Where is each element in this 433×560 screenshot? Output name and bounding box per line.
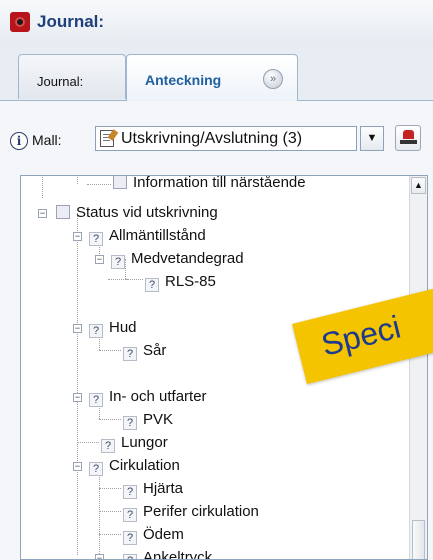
question-box-icon: ?: [123, 508, 137, 522]
tree-connector: [77, 442, 99, 443]
question-box-icon: ?: [123, 554, 137, 559]
tree-connector: [42, 176, 43, 198]
question-box-icon: ?: [145, 278, 159, 292]
tree-item-label: RLS-85: [165, 273, 216, 290]
tree-item-label: Sår: [143, 342, 167, 359]
template-selected-value: Utskrivning/Avslutning (3): [121, 130, 303, 147]
template-dropdown-button[interactable]: ▼: [360, 126, 384, 151]
tree-connector: [77, 176, 78, 184]
question-box-icon: ?: [101, 439, 115, 453]
tree-item[interactable]: Status vid utskrivning: [56, 202, 218, 224]
tab-journal[interactable]: Journal:: [18, 54, 126, 99]
tree-item-label: Allmäntillstånd: [109, 227, 206, 244]
tree-item[interactable]: ? Sår: [123, 340, 166, 362]
tree-item[interactable]: ? Medvetandegrad: [111, 248, 244, 270]
tree-item-label: Medvetandegrad: [131, 250, 244, 267]
tree-item[interactable]: ? Ödem: [123, 524, 184, 546]
title-bar: Journal:: [0, 0, 433, 47]
stamp-button[interactable]: [395, 125, 421, 151]
info-icon[interactable]: i: [10, 132, 28, 150]
window-title: Journal:: [37, 12, 105, 31]
template-select[interactable]: Utskrivning/Avslutning (3): [95, 126, 357, 151]
tree-connector: [87, 184, 111, 185]
journal-app-icon: [10, 12, 30, 32]
blank-box-icon: [113, 176, 127, 189]
question-box-icon: ?: [89, 324, 103, 338]
tree-connector: [99, 350, 121, 351]
document-edit-icon: [100, 130, 114, 147]
question-box-icon: ?: [123, 347, 137, 361]
tree-item[interactable]: Information till närstående: [113, 175, 306, 194]
question-box-icon: ?: [123, 485, 137, 499]
tree-connector: [125, 279, 143, 280]
question-box-icon: ?: [89, 393, 103, 407]
tree-item-label: Ödem: [143, 526, 184, 543]
tree-scrollbar[interactable]: ▲: [409, 176, 427, 559]
tree-item-label: Perifer cirkulation: [143, 503, 259, 520]
double-chevron-right-icon[interactable]: »: [263, 69, 283, 89]
tree-item-label: Hjärta: [143, 480, 184, 497]
question-box-icon: ?: [89, 462, 103, 476]
tree-connector: [99, 419, 121, 420]
tree-connector: [99, 466, 100, 558]
stamp-icon: [400, 130, 417, 144]
tree-item-label: Cirkulation: [109, 457, 180, 474]
tree-item[interactable]: ? Hjärta: [123, 478, 183, 500]
tree-item-label: PVK: [143, 411, 174, 428]
tree-item[interactable]: ? Hud: [89, 317, 137, 339]
question-box-icon: ?: [123, 416, 137, 430]
tree-item-label: Lungor: [121, 434, 168, 451]
tree-item-label: Ankeltryck: [143, 549, 213, 560]
blank-box-icon: [56, 205, 70, 219]
overlay-banner-text: Speci: [317, 308, 405, 363]
tree-item[interactable]: ? Allmäntillstånd: [89, 225, 206, 247]
tab-bar: Journal: Anteckning »: [0, 46, 433, 101]
scroll-thumb[interactable]: [412, 520, 425, 559]
tree-item-label: In- och utfarter: [109, 388, 207, 405]
tree-item[interactable]: ? Perifer cirkulation: [123, 501, 259, 523]
tree-item[interactable]: ? RLS-85: [145, 271, 216, 293]
tab-journal-label: Journal:: [37, 74, 84, 89]
tree-connector: [77, 213, 78, 555]
tree-item-label: Status vid utskrivning: [76, 204, 218, 221]
question-box-icon: ?: [89, 232, 103, 246]
tree-item[interactable]: ? Cirkulation: [89, 455, 180, 477]
tree-expander-minus[interactable]: −: [38, 209, 47, 218]
tree-expander-minus[interactable]: −: [95, 255, 104, 264]
question-box-icon: ?: [111, 255, 125, 269]
template-label: Mall:: [32, 132, 62, 148]
tree-item[interactable]: ? Ankeltryck: [123, 547, 213, 560]
tree-item-label: Hud: [109, 319, 137, 336]
tree-item[interactable]: ? In- och utfarter: [89, 386, 207, 408]
tree-connector: [99, 511, 121, 512]
tree-expander-minus[interactable]: −: [73, 462, 82, 471]
tree-item[interactable]: ? PVK: [123, 409, 173, 431]
tree-expander-minus[interactable]: −: [73, 232, 82, 241]
tab-anteckning[interactable]: Anteckning »: [126, 54, 298, 101]
tree-expander-minus[interactable]: −: [73, 324, 82, 333]
tree-connector: [99, 488, 121, 489]
question-box-icon: ?: [123, 531, 137, 545]
tree-connector: [99, 534, 121, 535]
scroll-up-arrow-icon[interactable]: ▲: [411, 177, 426, 194]
tree-item[interactable]: ? Lungor: [101, 432, 168, 454]
tab-anteckning-label: Anteckning: [145, 72, 222, 88]
tree-expander-minus[interactable]: −: [95, 554, 104, 559]
tree-expander-minus[interactable]: −: [73, 393, 82, 402]
tree-item-label: Information till närstående: [133, 175, 306, 191]
